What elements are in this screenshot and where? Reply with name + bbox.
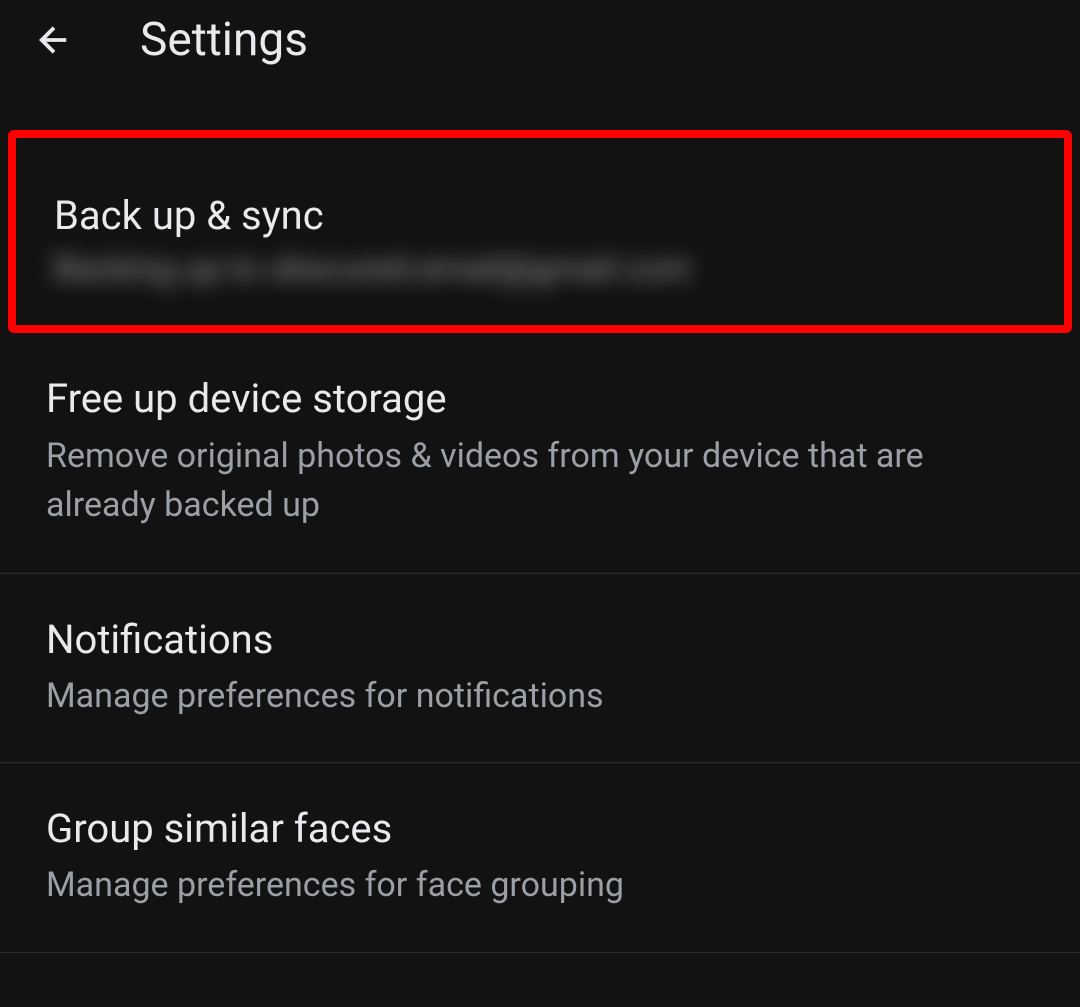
setting-subtitle-backup: Backing up to obscured.email@gmail.com [54, 249, 1026, 289]
setting-title-groupfaces: Group similar faces [46, 805, 1034, 852]
back-button[interactable] [24, 10, 84, 70]
app-header: Settings [0, 0, 1080, 80]
settings-list: Back up & sync Backing up to obscured.em… [0, 80, 1080, 953]
setting-subtitle-notifications: Manage preferences for notifications [46, 673, 1034, 721]
setting-item-notifications[interactable]: Notifications Manage preferences for not… [0, 574, 1080, 764]
arrow-back-icon [33, 19, 75, 61]
setting-item-free-up-storage[interactable]: Free up device storage Remove original p… [0, 333, 1080, 574]
setting-item-group-faces[interactable]: Group similar faces Manage preferences f… [0, 763, 1080, 953]
page-title: Settings [140, 13, 308, 67]
setting-item-backup-sync[interactable]: Back up & sync Backing up to obscured.em… [8, 130, 1072, 333]
setting-subtitle-groupfaces: Manage preferences for face grouping [46, 862, 1034, 910]
setting-title-backup: Back up & sync [54, 192, 1026, 239]
setting-title-freeup: Free up device storage [46, 375, 1034, 422]
setting-subtitle-freeup: Remove original photos & videos from you… [46, 432, 1034, 531]
setting-title-notifications: Notifications [46, 616, 1034, 663]
